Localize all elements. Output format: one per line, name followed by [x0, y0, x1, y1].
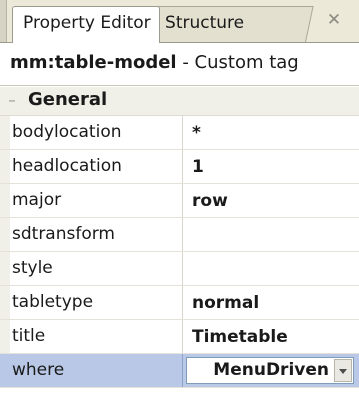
- close-icon[interactable]: ✕: [322, 8, 346, 32]
- property-value[interactable]: *: [192, 123, 352, 143]
- column-divider[interactable]: [182, 150, 183, 183]
- property-name: style: [12, 258, 53, 278]
- combo-box-value[interactable]: MenuDriven: [213, 360, 329, 380]
- property-name: tabletype: [12, 292, 94, 312]
- column-divider[interactable]: [182, 184, 183, 217]
- property-name: sdtransform: [12, 224, 115, 244]
- property-editor-panel: Structure Property Editor ✕ mm:table-mod…: [0, 0, 359, 408]
- tab-property-editor-label: Property Editor: [23, 13, 151, 33]
- row-gutter: [0, 116, 10, 149]
- row-gutter: [0, 252, 10, 285]
- row-gutter: [0, 218, 10, 251]
- tab-structure[interactable]: Structure: [150, 6, 314, 42]
- row-gutter: [0, 150, 10, 183]
- property-name: headlocation: [12, 156, 122, 176]
- property-name: bodylocation: [12, 122, 122, 142]
- row-gutter: [0, 320, 10, 353]
- property-value[interactable]: 1: [192, 157, 352, 177]
- collapse-icon[interactable]: –: [4, 91, 20, 111]
- row-gutter: [0, 354, 10, 387]
- column-divider[interactable]: [182, 354, 183, 387]
- column-divider[interactable]: [182, 218, 183, 251]
- column-divider[interactable]: [182, 252, 183, 285]
- chevron-down-icon: [339, 369, 347, 374]
- tab-strip-edge: [0, 0, 7, 42]
- property-row-tabletype[interactable]: tabletype normal: [0, 286, 359, 320]
- column-divider[interactable]: [182, 116, 183, 149]
- property-row-where[interactable]: where MenuDriven: [0, 354, 359, 388]
- column-divider[interactable]: [182, 286, 183, 319]
- tag-type-label: - Custom tag: [176, 52, 299, 73]
- property-name: major: [12, 190, 62, 210]
- category-general[interactable]: – General: [0, 87, 359, 116]
- tab-property-editor[interactable]: Property Editor: [12, 6, 160, 43]
- category-label: General: [28, 89, 108, 110]
- property-grid: – General bodylocation * headlocation 1 …: [0, 87, 359, 388]
- property-row-bodylocation[interactable]: bodylocation *: [0, 116, 359, 150]
- dropdown-button[interactable]: [334, 359, 352, 382]
- tag-name: mm:table-model: [10, 52, 177, 73]
- property-value[interactable]: Timetable: [192, 327, 352, 347]
- selected-tag-header: mm:table-model - Custom tag: [0, 43, 359, 86]
- property-value[interactable]: row: [192, 191, 352, 211]
- row-gutter: [0, 286, 10, 319]
- property-row-headlocation[interactable]: headlocation 1: [0, 150, 359, 184]
- property-name: where: [12, 360, 65, 380]
- tab-structure-label: Structure: [165, 13, 245, 33]
- tab-bar: Structure Property Editor ✕: [0, 0, 359, 43]
- property-row-sdtransform[interactable]: sdtransform: [0, 218, 359, 252]
- property-name: title: [12, 326, 46, 346]
- property-row-title[interactable]: title Timetable: [0, 320, 359, 354]
- where-value-combo-box[interactable]: MenuDriven: [186, 357, 354, 384]
- property-row-major[interactable]: major row: [0, 184, 359, 218]
- column-divider[interactable]: [182, 320, 183, 353]
- property-row-style[interactable]: style: [0, 252, 359, 286]
- row-gutter: [0, 184, 10, 217]
- property-value[interactable]: normal: [192, 293, 352, 313]
